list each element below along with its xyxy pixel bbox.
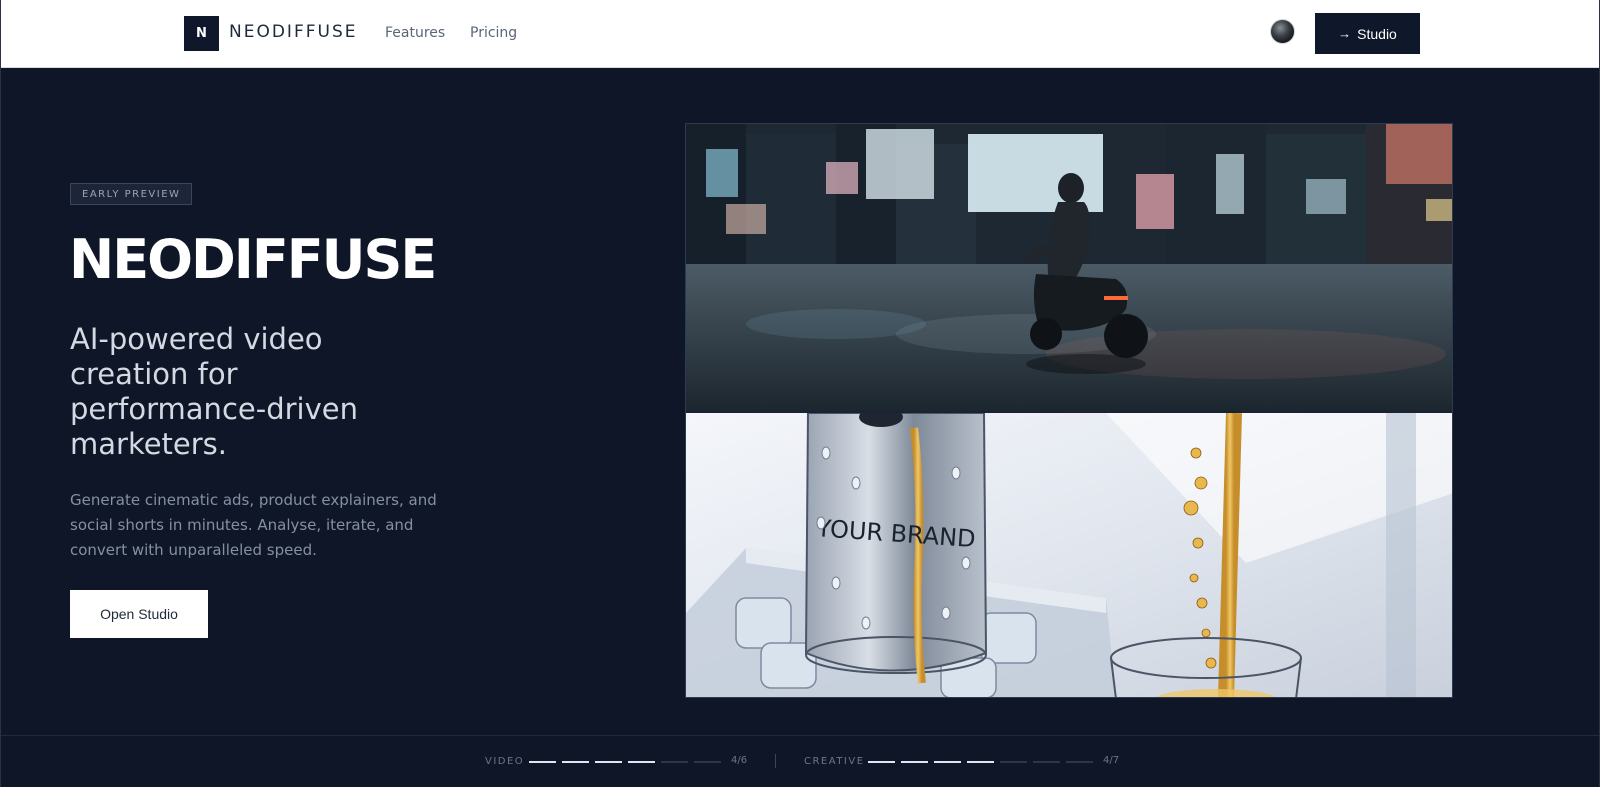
progress-segment[interactable] (562, 761, 589, 763)
motorcycle-city-night-image (686, 124, 1452, 411)
nav-link-features[interactable]: Features (385, 25, 445, 41)
open-studio-button[interactable]: Open Studio (70, 590, 208, 638)
progress-count-creative: 4/7 (1103, 755, 1120, 766)
progress-label-creative: CREATIVE (804, 756, 865, 767)
hero-media: YOUR BRAND (685, 123, 1453, 698)
progress-segment[interactable] (529, 761, 556, 763)
early-preview-badge: EARLY PREVIEW (70, 183, 193, 205)
city-scene-illustration (686, 124, 1452, 411)
studio-button-label: Studio (1357, 25, 1397, 42)
progress-count-video: 4/6 (731, 755, 748, 766)
hero-title: NEODIFFUSE (69, 228, 437, 291)
progress-segment[interactable] (934, 761, 961, 763)
progress-segment[interactable] (868, 761, 895, 763)
progress-segment[interactable] (901, 761, 928, 763)
studio-button[interactable]: → Studio (1315, 13, 1420, 54)
arrow-right-icon: → (1338, 26, 1352, 41)
nav-link-pricing[interactable]: Pricing (470, 25, 517, 41)
top-nav-bar: N NEODIFFUSE Features Pricing → Studio (1, 0, 1599, 68)
logo-mark[interactable]: N (184, 16, 219, 51)
brand-name[interactable]: NEODIFFUSE (229, 22, 357, 42)
hero-description: Generate cinematic ads, product explaine… (70, 491, 437, 559)
progress-segment[interactable] (1033, 761, 1060, 763)
user-avatar[interactable] (1270, 19, 1295, 44)
progress-label-video: VIDEO (485, 756, 525, 767)
progress-segment[interactable] (628, 761, 655, 763)
progress-segment[interactable] (595, 761, 622, 763)
footer-strip (1, 735, 1599, 787)
page: N NEODIFFUSE Features Pricing → Studio E… (0, 0, 1600, 787)
brand-can-illustration: YOUR BRAND (686, 413, 1452, 697)
hero-subtitle: AI-powered video creation for performanc… (70, 322, 358, 461)
progress-segment[interactable] (967, 761, 994, 763)
progress-segment[interactable] (661, 761, 688, 763)
progress-segment[interactable] (1066, 761, 1093, 763)
can-scene-illustration: YOUR BRAND (686, 413, 1452, 697)
progress-separator (775, 754, 776, 768)
progress-segment[interactable] (694, 761, 721, 763)
progress-segment[interactable] (1000, 761, 1027, 763)
